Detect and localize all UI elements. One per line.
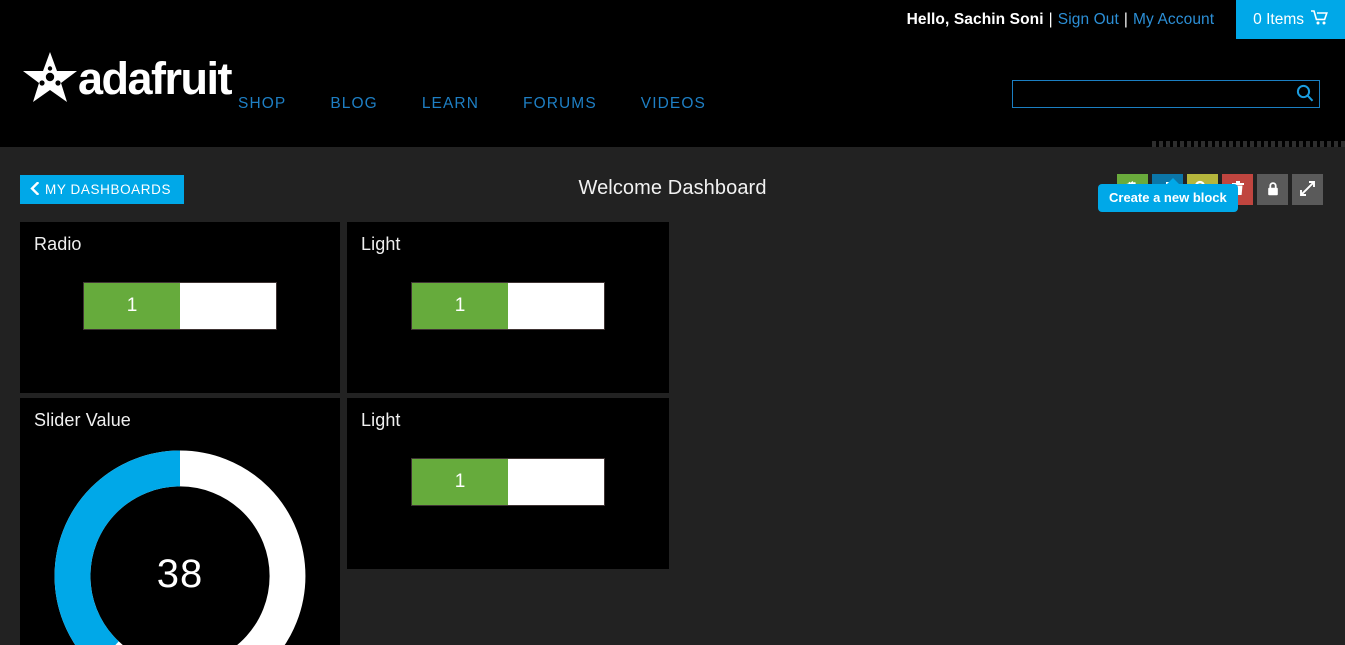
search-icon bbox=[1296, 84, 1314, 105]
logo-wordmark: adafruit bbox=[78, 53, 233, 104]
create-block-tooltip: Create a new block bbox=[1098, 178, 1238, 212]
toggle-switch[interactable]: 1 bbox=[412, 283, 604, 329]
block-title: Slider Value bbox=[34, 410, 131, 430]
adafruit-logo[interactable]: adafruit bbox=[18, 50, 233, 110]
block-title: Light bbox=[361, 234, 401, 254]
block-title: Light bbox=[361, 410, 401, 430]
chevron-left-icon bbox=[30, 180, 40, 198]
expand-arrows-icon bbox=[1300, 180, 1315, 199]
my-dashboards-label: MY DASHBOARDS bbox=[45, 182, 172, 197]
toggle-on-state[interactable]: 1 bbox=[412, 459, 508, 505]
toggle-switch[interactable]: 1 bbox=[84, 283, 276, 329]
gauge-value-label: 38 bbox=[156, 552, 204, 596]
nav-item-forums[interactable]: FORUMS bbox=[523, 95, 597, 113]
separator-1: | bbox=[1048, 10, 1053, 28]
block-light-top[interactable]: Light 1 bbox=[347, 222, 669, 393]
nav-item-blog[interactable]: BLOG bbox=[330, 95, 377, 113]
top-utility-bar: Hello, Sachin Soni | Sign Out | My Accou… bbox=[0, 0, 1345, 39]
my-dashboards-button[interactable]: MY DASHBOARDS bbox=[20, 175, 185, 204]
lock-icon bbox=[1266, 181, 1280, 199]
toggle-off-state[interactable] bbox=[180, 283, 276, 329]
toggle-off-state[interactable] bbox=[508, 459, 604, 505]
main-navigation: SHOP BLOG LEARN FORUMS VIDEOS bbox=[238, 95, 750, 113]
toggle-switch[interactable]: 1 bbox=[412, 459, 604, 505]
adafruit-flower-logo bbox=[18, 50, 82, 110]
block-slider-value[interactable]: Slider Value 38 bbox=[20, 398, 340, 645]
account-strip: Hello, Sachin Soni | Sign Out | My Accou… bbox=[907, 0, 1237, 39]
search-box[interactable] bbox=[1012, 80, 1320, 108]
nav-item-shop[interactable]: SHOP bbox=[238, 95, 286, 113]
toggle-off-state[interactable] bbox=[508, 283, 604, 329]
fullscreen-button[interactable] bbox=[1292, 174, 1323, 205]
cart-label: 0 Items bbox=[1253, 10, 1304, 28]
shopping-cart-icon bbox=[1311, 9, 1328, 30]
toggle-on-state[interactable]: 1 bbox=[84, 283, 180, 329]
block-light-bottom[interactable]: Light 1 bbox=[347, 398, 669, 569]
separator-2: | bbox=[1123, 10, 1129, 28]
block-radio[interactable]: Radio 1 bbox=[20, 222, 340, 393]
nav-item-videos[interactable]: VIDEOS bbox=[641, 95, 706, 113]
dashboard-area: MY DASHBOARDS Welcome Dashboard Create a… bbox=[0, 147, 1345, 645]
sign-out-link[interactable]: Sign Out bbox=[1058, 11, 1119, 29]
search-input[interactable] bbox=[1013, 81, 1291, 107]
search-button[interactable] bbox=[1291, 81, 1319, 107]
toggle-on-state[interactable]: 1 bbox=[412, 283, 508, 329]
my-account-link[interactable]: My Account bbox=[1133, 11, 1214, 29]
block-grid: Radio 1 Light 1 Slider Value 38 Light 1 bbox=[20, 222, 1345, 645]
greeting-text: Hello, Sachin Soni bbox=[906, 10, 1044, 28]
gauge-chart: 38 bbox=[52, 448, 308, 645]
lock-button[interactable] bbox=[1257, 174, 1288, 205]
dashboard-toolbar: MY DASHBOARDS Welcome Dashboard Create a… bbox=[0, 147, 1345, 222]
nav-item-learn[interactable]: LEARN bbox=[422, 95, 479, 113]
cart-button[interactable]: 0 Items bbox=[1236, 0, 1345, 39]
block-title: Radio bbox=[34, 234, 82, 254]
site-header: adafruit SHOP BLOG LEARN FORUMS VIDEOS bbox=[0, 39, 1345, 147]
